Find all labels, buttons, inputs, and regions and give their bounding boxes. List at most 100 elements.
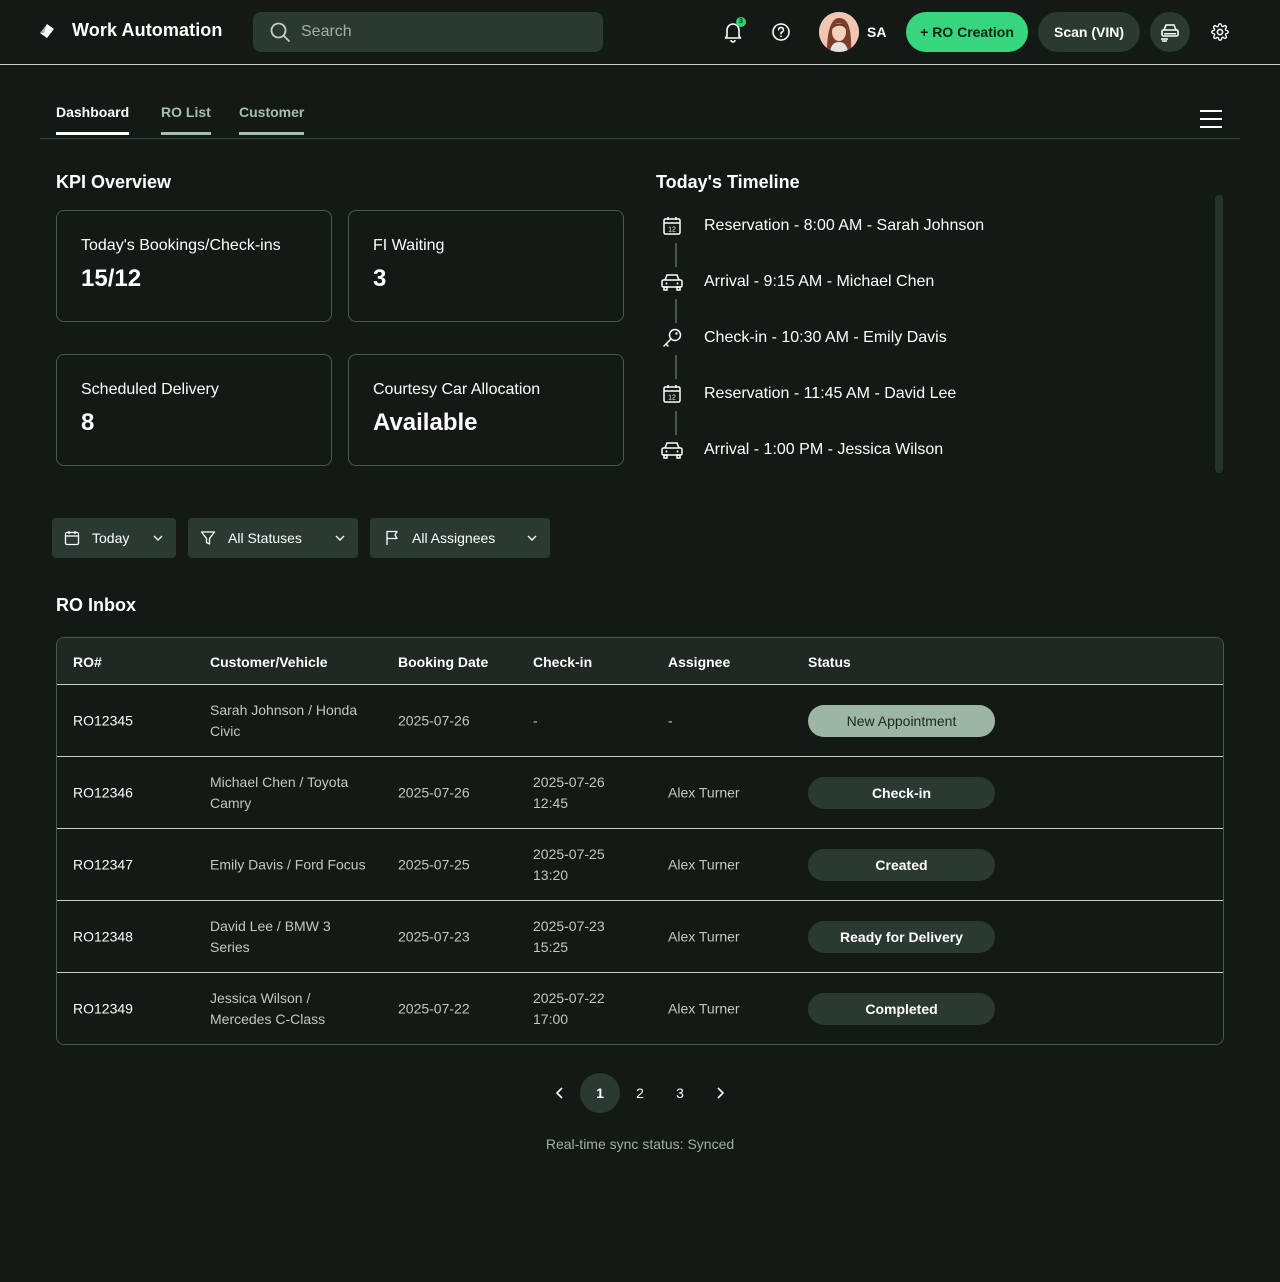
calendar-icon <box>64 531 80 546</box>
checkin-date: 2025-07-22 <box>533 990 605 1006</box>
table-row[interactable]: RO12349 Jessica Wilson / Mercedes C-Class… <box>57 973 1223 1044</box>
kpi-label: Courtesy Car Allocation <box>373 381 541 398</box>
vehicle-line: Mercedes C-Class <box>210 1011 326 1027</box>
vehicle-button[interactable] <box>1150 12 1190 52</box>
ro-creation-button[interactable]: + RO Creation <box>906 12 1028 52</box>
kpi-value: Available <box>373 409 478 436</box>
column-header[interactable]: Check-in <box>533 654 592 670</box>
table-header: RO# Customer/Vehicle Booking Date Check-… <box>57 638 1223 685</box>
table-row[interactable]: RO12346 Michael Chen / Toyota Camry 2025-… <box>57 757 1223 829</box>
status-badge[interactable]: Check-in <box>808 777 995 809</box>
filter-icon <box>200 531 216 545</box>
column-header[interactable]: RO# <box>73 654 102 670</box>
gear-icon <box>1211 23 1229 41</box>
customer-line: Sarah Johnson / Honda <box>210 701 358 718</box>
checkin-date: 2025-07-26 <box>533 773 605 790</box>
flag-icon <box>386 530 398 545</box>
status-badge[interactable]: New Appointment <box>808 705 995 737</box>
inbox-title: RO Inbox <box>56 595 136 615</box>
timeline-title: Today's Timeline <box>656 172 800 192</box>
checkin-clock: 12:45 <box>533 794 569 811</box>
ro-number: RO12346 <box>73 784 133 800</box>
hamburger-menu-icon[interactable] <box>1198 108 1224 130</box>
customer-vehicle: David Lee / BMW 3 Series <box>210 916 331 958</box>
tab-customer[interactable]: Customer <box>239 104 305 135</box>
status-badge[interactable]: Ready for Delivery <box>808 921 995 953</box>
vehicle-line: Series <box>210 938 250 955</box>
timeline-item[interactable]: Check-in - 10:30 AM - Emily Davis <box>656 322 947 354</box>
prev-page-button[interactable] <box>540 1073 580 1113</box>
status-badge[interactable]: Created <box>808 849 995 881</box>
next-page-button[interactable] <box>700 1073 740 1113</box>
brand[interactable]: Work Automation <box>38 20 223 41</box>
page-button-2[interactable]: 2 <box>620 1073 660 1113</box>
table-row[interactable]: RO12347 Emily Davis / Ford Focus 2025-07… <box>57 829 1223 901</box>
search-bar[interactable] <box>253 12 603 52</box>
customer-vehicle: Jessica Wilson / Mercedes C-Class <box>210 988 325 1030</box>
column-header[interactable]: Assignee <box>668 654 730 670</box>
timeline-item[interactable]: Arrival - 1:00 PM - Jessica Wilson <box>656 434 943 466</box>
assignee: Alex Turner <box>668 784 740 800</box>
chevron-left-icon <box>555 1087 563 1099</box>
kpi-label: FI Waiting <box>373 237 445 254</box>
search-icon <box>270 22 290 42</box>
notification-badge: 3 <box>736 17 746 27</box>
kpi-card-bookings[interactable]: Today's Bookings/Check-ins 15/12 <box>56 210 332 322</box>
calendar-icon: 12 <box>656 210 688 242</box>
car-icon <box>656 434 688 466</box>
customer-line: David Lee / BMW 3 <box>210 917 331 934</box>
kpi-label: Today's Bookings/Check-ins <box>81 237 281 254</box>
page-button-3[interactable]: 3 <box>660 1073 700 1113</box>
timeline-scrollbar[interactable] <box>1215 195 1223 473</box>
timeline-item[interactable]: 12 Reservation - 8:00 AM - Sarah Johnson <box>656 210 984 242</box>
tab-dashboard[interactable]: Dashboard <box>56 104 130 135</box>
notifications-button[interactable]: 3 <box>721 17 746 44</box>
checkin-date: - <box>533 712 538 728</box>
status-badge[interactable]: Completed <box>808 993 995 1025</box>
timeline-text: Arrival - 1:00 PM - Jessica Wilson <box>704 441 944 458</box>
ro-number: RO12349 <box>73 1000 133 1017</box>
chevron-down-icon <box>153 535 163 541</box>
svg-text:12: 12 <box>668 395 676 402</box>
assignee-filter-label: All Assignees <box>412 530 496 546</box>
customer-line: Michael Chen / Toyota <box>210 773 349 790</box>
tab-ro-list[interactable]: RO List <box>161 104 211 135</box>
vehicle-line: Civic <box>210 722 241 739</box>
help-button[interactable] <box>769 20 793 44</box>
page-button-1[interactable]: 1 <box>580 1073 620 1113</box>
kpi-card-scheduled-delivery[interactable]: Scheduled Delivery 8 <box>56 354 332 466</box>
timeline-connector <box>675 243 677 267</box>
scan-vin-button[interactable]: Scan (VIN) <box>1038 12 1140 52</box>
settings-button[interactable] <box>1208 20 1232 44</box>
checkin-clock: 13:20 <box>533 866 569 883</box>
chevron-down-icon <box>335 535 345 541</box>
customer-vehicle: Sarah Johnson / Honda Civic <box>210 700 357 742</box>
checkin-clock: 17:00 <box>533 1011 569 1027</box>
timeline-item[interactable]: 12 Reservation - 11:45 AM - David Lee <box>656 378 956 410</box>
date-filter[interactable]: Today <box>52 518 176 558</box>
table-row[interactable]: RO12348 David Lee / BMW 3 Series 2025-07-… <box>57 901 1223 973</box>
assignee: - <box>668 712 673 728</box>
checkin-time: 2025-07-22 17:00 <box>533 988 605 1030</box>
column-header[interactable]: Booking Date <box>398 654 488 670</box>
car-service-icon <box>1161 24 1179 42</box>
column-header[interactable]: Status <box>808 654 851 670</box>
timeline-connector <box>675 411 677 435</box>
search-input[interactable] <box>301 23 581 41</box>
assignee-filter[interactable]: All Assignees <box>370 518 550 558</box>
kpi-card-courtesy-car[interactable]: Courtesy Car Allocation Available <box>348 354 624 466</box>
column-header[interactable]: Customer/Vehicle <box>210 654 328 670</box>
key-icon <box>656 322 688 354</box>
timeline-item[interactable]: Arrival - 9:15 AM - Michael Chen <box>656 266 934 298</box>
avatar[interactable] <box>819 12 859 52</box>
kpi-value: 3 <box>373 265 387 292</box>
kpi-card-fi-waiting[interactable]: FI Waiting 3 <box>348 210 624 322</box>
user-initials: SA <box>867 24 887 40</box>
checkin-time: 2025-07-23 15:25 <box>533 916 605 958</box>
timeline-text: Check-in - 10:30 AM - Emily Davis <box>704 329 947 346</box>
status-filter[interactable]: All Statuses <box>188 518 358 558</box>
date-filter-label: Today <box>92 530 130 546</box>
app-title: Work Automation <box>72 20 223 40</box>
table-row[interactable]: RO12345 Sarah Johnson / Honda Civic 2025-… <box>57 685 1223 757</box>
calendar-icon: 12 <box>656 378 688 410</box>
